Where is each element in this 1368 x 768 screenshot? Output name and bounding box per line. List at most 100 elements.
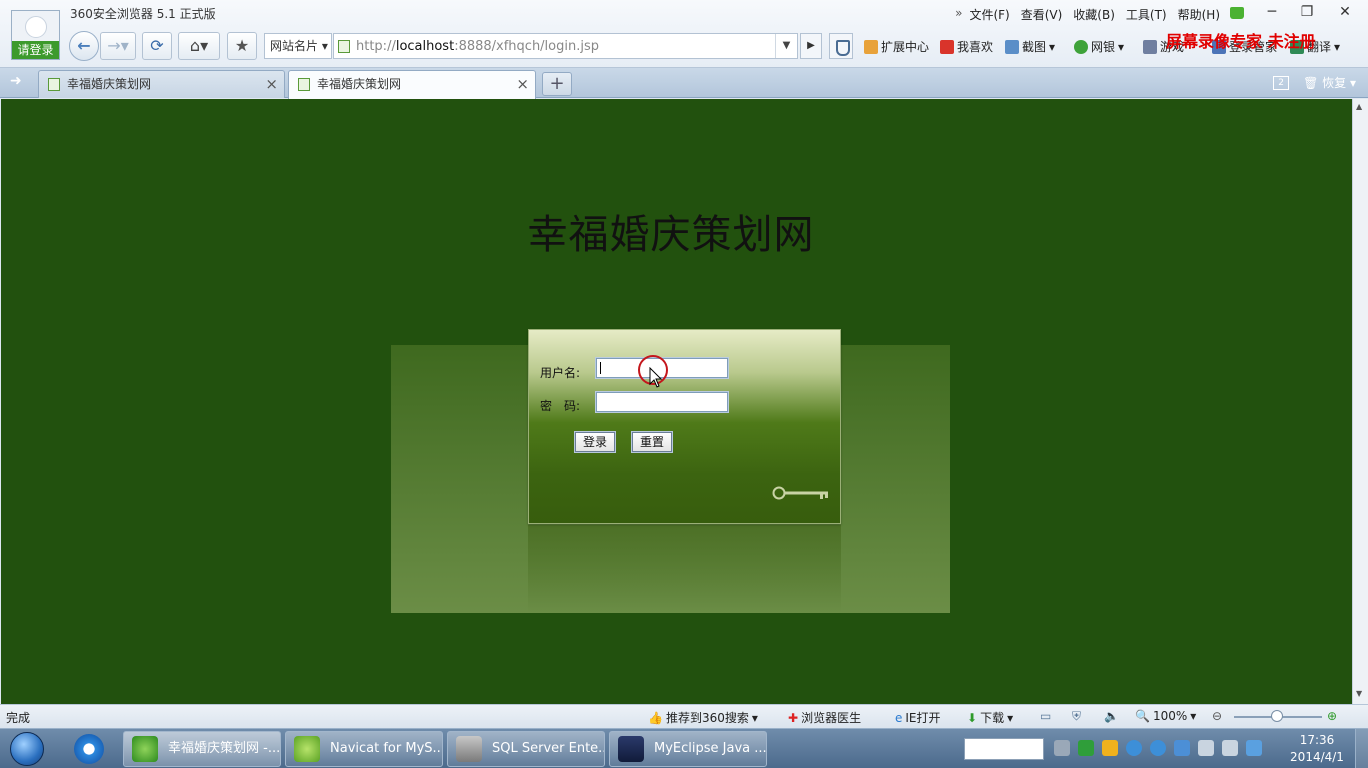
- back-button[interactable]: ←: [69, 31, 99, 61]
- keyboard-icon[interactable]: [1054, 740, 1070, 756]
- url-dropdown-icon[interactable]: ▼: [775, 34, 797, 58]
- gamepad-icon: [1143, 39, 1157, 54]
- bank-icon: [1074, 39, 1088, 54]
- tab-label: 幸福婚庆策划网: [67, 77, 152, 91]
- tray-ball-icon[interactable]: [1126, 740, 1142, 756]
- heart-icon: [940, 39, 954, 54]
- key-icon: [772, 486, 828, 500]
- start-button[interactable]: [10, 732, 44, 766]
- extensions-button[interactable]: 扩展中心: [864, 38, 929, 55]
- home-button[interactable]: ⌂▾: [178, 32, 220, 60]
- windows-taskbar: 幸福婚庆策划网 -... Navicat for MyS... SQL Serv…: [0, 728, 1368, 768]
- internet-explorer-icon[interactable]: [74, 734, 104, 764]
- taskbar-item-sqlserver[interactable]: SQL Server Ente...: [447, 731, 605, 767]
- password-input[interactable]: [595, 391, 729, 413]
- ie-icon: e: [895, 710, 903, 725]
- page-icon: [298, 78, 310, 91]
- security-shield-icon[interactable]: [829, 33, 853, 59]
- navicat-icon: [294, 736, 320, 762]
- chevron-right-icon[interactable]: »: [955, 6, 962, 23]
- qq-icon[interactable]: [1102, 740, 1118, 756]
- site-card-dropdown[interactable]: 网站名片 ▾: [264, 33, 332, 59]
- minimize-button[interactable]: ─: [1257, 2, 1287, 22]
- menu-tools[interactable]: 工具(T): [1126, 6, 1167, 23]
- vertical-scrollbar[interactable]: ▲ ▼: [1352, 99, 1368, 704]
- password-label: 密 码:: [540, 399, 581, 413]
- taskbar-clock[interactable]: 17:36 2014/4/1: [1282, 732, 1352, 766]
- forward-button[interactable]: →▾: [100, 32, 136, 60]
- recorder-watermark: 屏幕录像专家 未注册: [1166, 32, 1316, 51]
- tray-ball-icon[interactable]: [1150, 740, 1166, 756]
- restore-button[interactable]: 🗑 恢复 ▾: [1303, 74, 1356, 91]
- recommend-search-button[interactable]: 👍 推荐到360搜索 ▾: [648, 709, 758, 726]
- site-card-label: 网站名片: [270, 39, 319, 53]
- sidebar-toggle-icon[interactable]: ➜: [10, 73, 26, 89]
- system-tray: [1054, 740, 1262, 756]
- shield-status-icon[interactable]: ⛨: [1072, 709, 1081, 724]
- maximize-button[interactable]: ❐: [1292, 2, 1322, 22]
- scroll-up-icon[interactable]: ▲: [1356, 102, 1362, 111]
- zoom-slider-thumb[interactable]: [1271, 710, 1283, 722]
- browser-doctor-button[interactable]: ✚ 浏览器医生: [788, 709, 861, 726]
- bank-button[interactable]: 网银 ▾: [1074, 38, 1124, 55]
- username-label: 用户名:: [540, 366, 581, 380]
- extensions-icon: [864, 39, 878, 54]
- tray-search-box[interactable]: [964, 738, 1044, 760]
- download-button[interactable]: ⬇ 下载 ▾: [967, 709, 1013, 726]
- menu-help[interactable]: 帮助(H): [1178, 6, 1220, 23]
- login-badge[interactable]: 请登录: [12, 41, 59, 59]
- zoom-out-icon[interactable]: ⊖: [1212, 709, 1222, 723]
- reset-button[interactable]: 重置: [632, 432, 672, 452]
- menu-favorites[interactable]: 收藏(B): [1073, 6, 1115, 23]
- address-bar[interactable]: http://localhost:8888/xfhqch/login.jsp ▼: [333, 33, 798, 59]
- menu-bar: » 文件(F) 查看(V) 收藏(B) 工具(T) 帮助(H): [955, 6, 1220, 23]
- menu-file[interactable]: 文件(F): [969, 6, 1009, 23]
- scroll-down-icon[interactable]: ▼: [1356, 689, 1362, 698]
- refresh-button[interactable]: ⟳: [142, 32, 172, 60]
- volume-icon[interactable]: 🔈: [1104, 709, 1119, 723]
- tray-app-icon[interactable]: [1078, 740, 1094, 756]
- go-button[interactable]: ▶: [800, 33, 822, 59]
- taskbar-item-myeclipse[interactable]: MyEclipse Java ...: [609, 731, 767, 767]
- skin-icon[interactable]: [1230, 7, 1244, 19]
- zoom-in-icon[interactable]: ⊕: [1327, 709, 1337, 723]
- myeclipse-icon: [618, 736, 644, 762]
- zoom-control[interactable]: 🔍 100% ▾: [1135, 709, 1196, 723]
- login-button[interactable]: 登录: [575, 432, 615, 452]
- close-button[interactable]: ✕: [1330, 2, 1360, 22]
- show-desktop-button[interactable]: [1355, 729, 1368, 768]
- bookmark-star-button[interactable]: ★: [227, 32, 257, 60]
- menu-view[interactable]: 查看(V): [1021, 6, 1063, 23]
- web-page: 幸福婚庆策划网 用户名: 密 码: 登录 重置: [1, 99, 1352, 704]
- search-tray-icon[interactable]: [1246, 740, 1262, 756]
- avatar-icon: [25, 16, 47, 38]
- tab-active[interactable]: 幸福婚庆策划网 ×: [288, 70, 536, 99]
- taskbar-item-navicat[interactable]: Navicat for MyS...: [285, 731, 443, 767]
- window-icon[interactable]: ▭: [1040, 709, 1051, 723]
- tab-count-icon[interactable]: 2: [1273, 75, 1290, 90]
- user-avatar-button[interactable]: 请登录: [11, 10, 60, 60]
- sql-server-icon: [456, 736, 482, 762]
- status-text: 完成: [6, 711, 31, 725]
- volume-tray-icon[interactable]: [1198, 740, 1214, 756]
- clock-time: 17:36: [1299, 733, 1335, 747]
- network-icon[interactable]: [1222, 740, 1238, 756]
- screenshot-button[interactable]: 截图 ▾: [1005, 38, 1055, 55]
- status-bar: 完成 👍 推荐到360搜索 ▾ ✚ 浏览器医生 e IE打开 ⬇ 下载 ▾ ▭ ⛨ 🔈 …: [0, 704, 1368, 728]
- mouse-pointer-icon: [649, 367, 663, 388]
- browser-toolbar: 请登录 360安全浏览器 5.1 正式版 » 文件(F) 查看(V) 收藏(B)…: [0, 0, 1368, 68]
- page-title: 幸福婚庆策划网: [527, 212, 815, 258]
- tab-inactive[interactable]: 幸福婚庆策划网 ×: [38, 70, 285, 98]
- shield-tray-icon[interactable]: [1174, 740, 1190, 756]
- url-text[interactable]: http://localhost:8888/xfhqch/login.jsp: [356, 39, 599, 54]
- magnifier-icon: 🔍: [1135, 709, 1150, 723]
- favorites-button[interactable]: 我喜欢: [940, 38, 993, 55]
- new-tab-button[interactable]: +: [542, 72, 572, 96]
- browser-title: 360安全浏览器 5.1 正式版: [70, 7, 216, 21]
- thumbs-up-icon: 👍: [648, 710, 663, 725]
- taskbar-item-browser[interactable]: 幸福婚庆策划网 -...: [123, 731, 281, 767]
- login-panel: 用户名: 密 码: 登录 重置: [528, 329, 841, 524]
- close-tab-icon[interactable]: ×: [516, 71, 529, 97]
- close-tab-icon[interactable]: ×: [265, 71, 278, 97]
- ie-open-button[interactable]: e IE打开: [895, 709, 941, 726]
